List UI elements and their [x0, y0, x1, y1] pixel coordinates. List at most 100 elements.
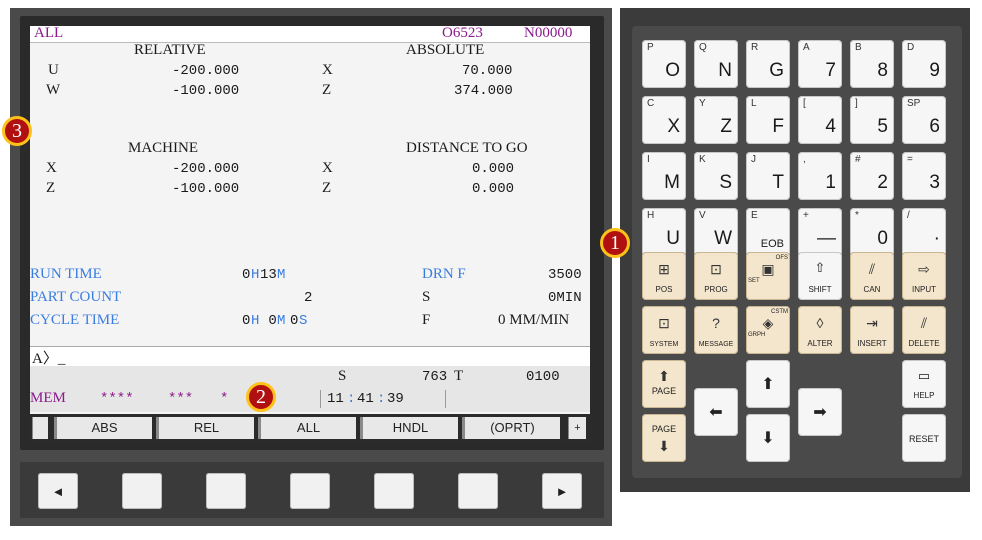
softkey-left-end[interactable] [32, 417, 48, 439]
hardware-left-arrow-button[interactable]: ◄ [38, 473, 78, 509]
machine-value-z: -100.000 [172, 181, 240, 197]
key-s[interactable]: KS [694, 152, 738, 200]
key-w[interactable]: VW [694, 208, 738, 256]
key-2-alt: # [855, 154, 861, 165]
key-message[interactable]: ? MESSAGE [694, 306, 738, 354]
key-page-down[interactable]: PAGE ⬇ [642, 414, 686, 462]
key-cursor-up[interactable]: ⬆ [746, 360, 790, 408]
key-4[interactable]: [4 [798, 96, 842, 144]
key-t-alt: J [751, 154, 756, 165]
key-g[interactable]: RG [746, 40, 790, 88]
key-cursor-right[interactable]: ➡ [798, 388, 842, 436]
hardware-softkey-button-1[interactable] [122, 473, 162, 509]
softkey-hndl[interactable]: HNDL [360, 417, 458, 439]
key-5-alt: ] [855, 98, 858, 109]
key-input[interactable]: ⇨ INPUT [902, 252, 946, 300]
relative-value-u: -200.000 [172, 63, 240, 79]
key-m[interactable]: IM [642, 152, 686, 200]
key-eob[interactable]: E EOB [746, 208, 790, 256]
key-reset-label: RESET [908, 434, 939, 444]
key-dot[interactable]: / · [902, 208, 946, 256]
key-5[interactable]: ] 5 [850, 96, 894, 144]
softkey-more[interactable]: + [568, 417, 586, 439]
cycle-time-hours: 0 [242, 313, 251, 329]
key-o[interactable]: PO [642, 40, 686, 88]
key-n[interactable]: QN [694, 40, 738, 88]
softkey-bar: ABS REL ALL HNDL (OPRT) + [30, 414, 590, 444]
help-book-icon: ▭ [917, 368, 931, 383]
key-6[interactable]: SP 6 [902, 96, 946, 144]
key-8-label: 8 [877, 60, 888, 81]
key-1[interactable]: ,1 [798, 152, 842, 200]
key-cursor-left[interactable]: ⬅ [694, 388, 738, 436]
key-f-label: F [772, 116, 784, 137]
clock-minutes: 41 [357, 391, 374, 407]
key-shift[interactable]: ⇧ SHIFT [798, 252, 842, 300]
key-offset-setting[interactable]: ▣ SET OFS [746, 252, 790, 300]
key-9[interactable]: D9 [902, 40, 946, 88]
key-7-label: 7 [825, 60, 836, 81]
softkey-abs[interactable]: ABS [54, 417, 152, 439]
status-stars-2: *** [168, 391, 194, 407]
key-7[interactable]: A7 [798, 40, 842, 88]
hardware-softkey-button-4[interactable] [374, 473, 414, 509]
status-mode: MEM [30, 390, 66, 406]
hardware-right-arrow-button[interactable]: ► [542, 473, 582, 509]
key-help[interactable]: ▭ HELP [902, 360, 946, 408]
key-z[interactable]: YZ [694, 96, 738, 144]
key-w-label: W [714, 228, 732, 249]
key-prog-label: PROG [704, 285, 728, 294]
absolute-title: ABSOLUTE [406, 42, 485, 58]
key-w-alt: V [699, 210, 706, 221]
key-x[interactable]: CX [642, 96, 686, 144]
command-input-line[interactable]: A〉_ [30, 346, 590, 368]
key-insert[interactable]: ⇥ INSERT [850, 306, 894, 354]
cycle-time-minutes: 0 [260, 313, 277, 329]
callout-2: 2 [246, 382, 276, 412]
key-7-alt: A [803, 42, 810, 53]
key-alter[interactable]: ◊ ALTER [798, 306, 842, 354]
key-system[interactable]: ⊡ SYSTEM [642, 306, 686, 354]
alter-icon: ◊ [816, 315, 824, 331]
hardware-softkey-button-5[interactable] [458, 473, 498, 509]
key-u[interactable]: HU [642, 208, 686, 256]
key-2-label: 2 [877, 172, 888, 193]
key-pos[interactable]: ⊞ POS [642, 252, 686, 300]
softkey-oprt[interactable]: (OPRT) [462, 417, 560, 439]
key-reset[interactable]: RESET [902, 414, 946, 462]
key-x-alt: C [647, 98, 655, 109]
absolute-value-x: 70.000 [462, 63, 513, 79]
key-t[interactable]: JT [746, 152, 790, 200]
key-0[interactable]: * 0 [850, 208, 894, 256]
position-icon: ⊞ [658, 261, 670, 277]
key-s-alt: K [699, 154, 706, 165]
arrow-right-icon: ➡ [813, 404, 827, 421]
key-minus[interactable]: + — [798, 208, 842, 256]
key-m-label: M [664, 172, 680, 193]
key-3[interactable]: = 3 [902, 152, 946, 200]
hardware-softkey-button-2[interactable] [206, 473, 246, 509]
key-can[interactable]: ⫽ CAN [850, 252, 894, 300]
key-page-down-label: PAGE [651, 424, 677, 434]
page-down-arrow-icon: ⬇ [658, 438, 670, 454]
key-g-label: G [769, 60, 784, 81]
drn-label: DRN F [422, 266, 466, 282]
key-graph-custom[interactable]: ◈ GRPH CSTM [746, 306, 790, 354]
key-page-up[interactable]: ⬆ PAGE [642, 360, 686, 408]
offset-setting-icon: ▣ [761, 261, 775, 277]
key-cursor-down[interactable]: ⬇ [746, 414, 790, 462]
key-delete[interactable]: ⫽ DELETE [902, 306, 946, 354]
hardware-softkey-button-3[interactable] [290, 473, 330, 509]
key-m-alt: I [647, 154, 650, 165]
softkey-rel[interactable]: REL [156, 417, 254, 439]
key-minus-alt: + [803, 210, 809, 221]
softkey-all[interactable]: ALL [258, 417, 356, 439]
status-tool-label: T [454, 368, 464, 384]
key-0-label: 0 [877, 228, 888, 249]
key-prog[interactable]: ⊡ PROG [694, 252, 738, 300]
key-2[interactable]: #2 [850, 152, 894, 200]
key-f[interactable]: LF [746, 96, 790, 144]
key-8[interactable]: B8 [850, 40, 894, 88]
feed-label: F [422, 312, 431, 328]
key-5-label: 5 [877, 116, 888, 137]
